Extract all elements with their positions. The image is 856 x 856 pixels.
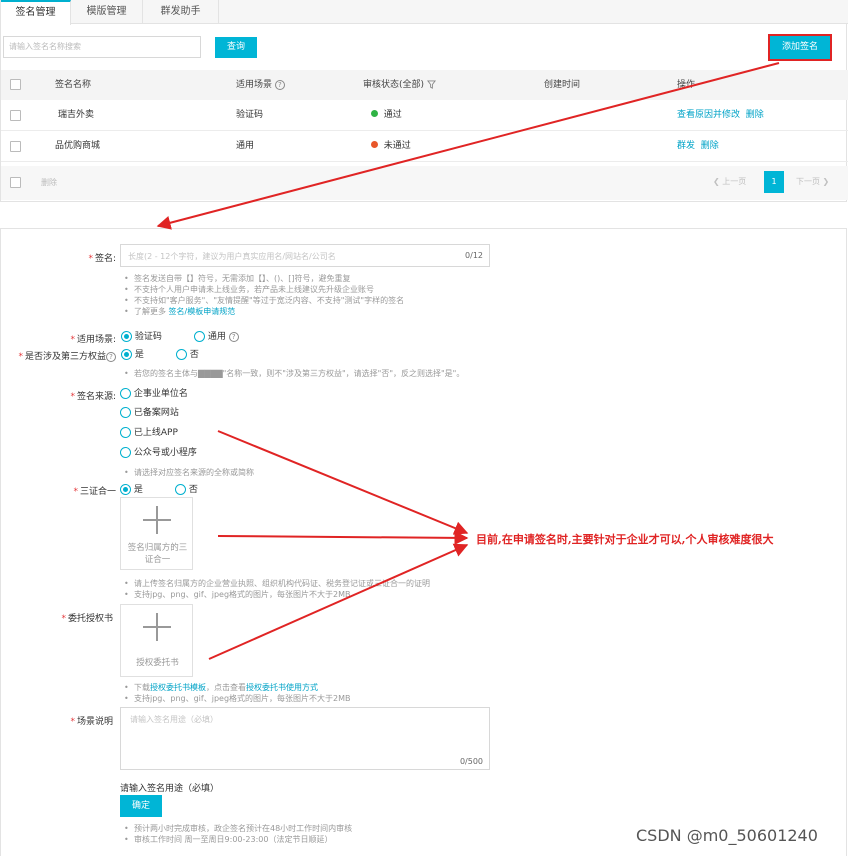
arrow-cert-to-note bbox=[217, 530, 469, 545]
arrow-auth-to-note bbox=[208, 543, 469, 660]
annotation-arrows bbox=[156, 62, 780, 660]
watermark: CSDN @m0_50601240 bbox=[636, 826, 818, 845]
arrow-source-to-note bbox=[217, 430, 469, 535]
arrow-add-to-form bbox=[156, 62, 780, 230]
annotation-note: 目前,在申请签名时,主要针对于企业才可以,个人审核难度很大 bbox=[476, 533, 774, 546]
